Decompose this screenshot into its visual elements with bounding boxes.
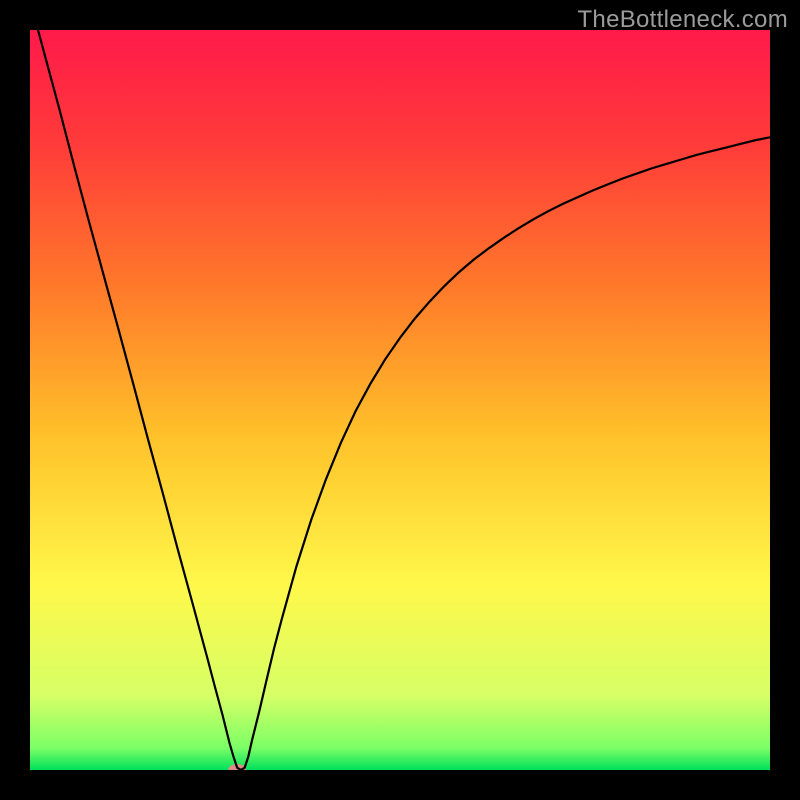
- bottleneck-chart: [30, 30, 770, 770]
- plot-area: [30, 30, 770, 770]
- chart-stage: TheBottleneck.com: [0, 0, 800, 800]
- gradient-background: [30, 30, 770, 770]
